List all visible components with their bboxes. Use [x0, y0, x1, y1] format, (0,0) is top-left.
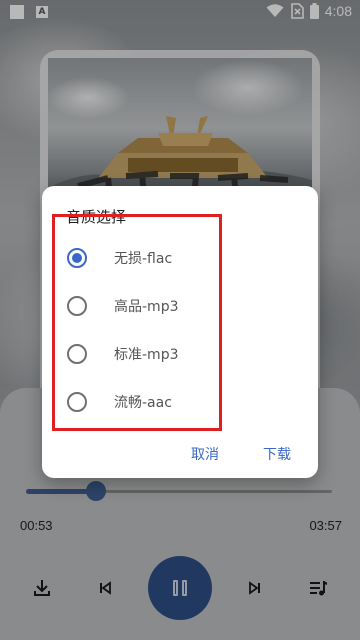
dialog-actions: 取消 下载 [42, 444, 318, 466]
download-button[interactable]: 下载 [263, 444, 291, 464]
cancel-button[interactable]: 取消 [191, 444, 219, 464]
highlight-box [52, 214, 222, 431]
